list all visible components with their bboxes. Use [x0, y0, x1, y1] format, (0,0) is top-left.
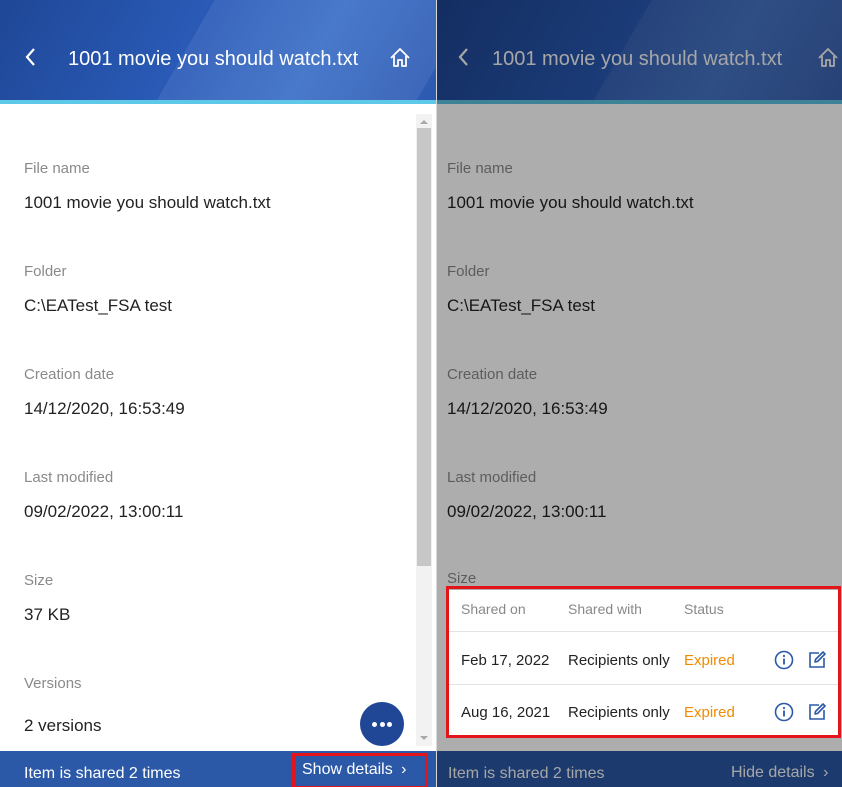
size-value: 37 KB	[24, 605, 71, 624]
file-name-label: File name	[24, 160, 90, 177]
share-count-text: Item is shared 2 times	[24, 765, 181, 782]
folder-label: Folder	[24, 263, 67, 280]
last-modified-label: Last modified	[24, 469, 114, 486]
back-button[interactable]	[24, 46, 44, 70]
scrollbar-thumb[interactable]	[417, 128, 431, 566]
highlight-frame	[446, 586, 841, 738]
highlight-frame	[292, 753, 428, 787]
header-dim-overlay	[437, 0, 842, 104]
folder-value: C:\EATest_FSA test	[24, 296, 173, 315]
page-title: 1001 movie you should watch.txt	[68, 48, 359, 70]
versions-label: Versions	[24, 675, 82, 692]
caret-down-icon	[420, 736, 428, 740]
file-name-value: 1001 movie you should watch.txt	[24, 193, 271, 212]
last-modified-value: 09/02/2022, 13:00:11	[24, 502, 184, 521]
panel-header: 1001 movie you should watch.txt	[0, 0, 436, 104]
scroll-down-arrow[interactable]	[419, 730, 429, 740]
home-button[interactable]	[388, 46, 412, 70]
caret-up-icon	[420, 120, 428, 124]
creation-date-label: Creation date	[24, 366, 115, 383]
more-dot	[379, 722, 385, 727]
file-details-panel: 1001 movie you should watch.txt File nam…	[0, 0, 436, 787]
creation-date-value: 14/12/2020, 16:53:49	[24, 399, 185, 418]
home-icon	[390, 48, 410, 67]
more-horizontal-icon	[372, 722, 377, 727]
app-root: 1001 movie you should watch.txt File nam…	[0, 0, 842, 787]
file-details-panel-expanded: 1001 movie you should watch.txt File nam…	[437, 0, 842, 787]
versions-value: 2 versions	[24, 716, 102, 735]
more-actions-button[interactable]	[360, 702, 404, 746]
more-dot	[387, 722, 392, 727]
footer-dim-overlay	[437, 751, 842, 787]
share-footer: Item is shared 2 times Show details ›	[0, 751, 436, 787]
chevron-left-icon	[25, 48, 35, 66]
size-label: Size	[24, 572, 54, 589]
scroll-up-arrow[interactable]	[419, 114, 429, 124]
